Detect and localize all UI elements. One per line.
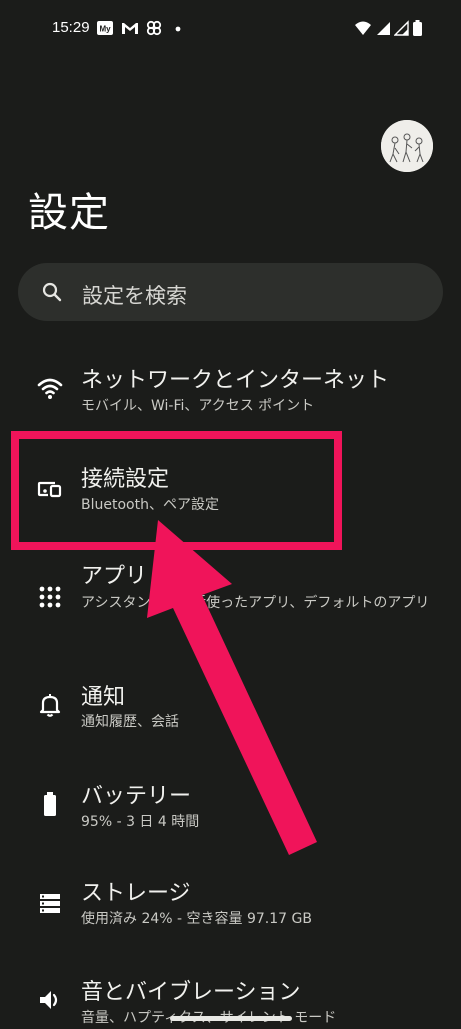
settings-item-subtitle: Bluetooth、ペア設定: [81, 497, 219, 513]
settings-item-title: 通知: [81, 685, 126, 710]
settings-item-title: アプリ: [81, 564, 148, 589]
settings-item-title: ネットワークとインターネット: [81, 368, 390, 393]
gmail-icon: [122, 23, 138, 34]
settings-item-title: バッテリー: [81, 784, 192, 809]
settings-item-subtitle: 使用済み 24% - 空き容量 97.17 GB: [81, 911, 312, 927]
apps-grid-icon: [39, 586, 61, 608]
settings-item-apps[interactable]: アプリ アシスタント、最近使ったアプリ、デフォルトのアプリ: [0, 555, 461, 645]
settings-item-title: ストレージ: [81, 881, 191, 906]
settings-item-subtitle: モバイル、Wi-Fi、アクセス ポイント: [81, 398, 315, 414]
settings-item-title: 音とバイブレーション: [81, 980, 301, 1005]
avatar-illustration: [381, 120, 433, 172]
wifi-icon: [355, 21, 371, 35]
settings-item-battery[interactable]: バッテリー 95% - 3 日 4 時間: [0, 776, 461, 876]
settings-item-notifications[interactable]: 通知 通知履歴、会話: [0, 674, 461, 774]
settings-item-storage[interactable]: ストレージ 使用済み 24% - 空き容量 97.17 GB: [0, 873, 461, 973]
signal-icon-2: [394, 20, 409, 36]
search-placeholder: 設定を検索: [82, 284, 187, 308]
volume-icon: [40, 991, 58, 1009]
settings-item-subtitle: アシスタント、最近使ったアプリ、デフォルトのアプリ: [81, 595, 430, 611]
settings-item-network[interactable]: ネットワークとインターネット モバイル、Wi-Fi、アクセス ポイント: [0, 352, 461, 452]
svg-text:My: My: [99, 25, 111, 34]
page-title: 設定: [28, 190, 110, 236]
status-time: 15:29: [52, 19, 90, 36]
settings-item-subtitle: 95% - 3 日 4 時間: [81, 814, 200, 830]
bell-icon: [39, 694, 61, 717]
battery-icon: [413, 20, 422, 36]
search-icon: [42, 282, 62, 302]
profile-avatar[interactable]: [381, 120, 433, 172]
my-app-icon: My: [97, 21, 113, 35]
settings-item-connected-devices[interactable]: 接続設定 Bluetooth、ペア設定: [0, 455, 461, 555]
dot-icon: [175, 26, 181, 32]
status-bar: 15:29 My: [0, 0, 461, 56]
connected-devices-icon: [37, 481, 62, 498]
settings-item-title: 接続設定: [81, 467, 170, 492]
battery-icon: [44, 792, 56, 816]
wifi-icon: [37, 378, 63, 399]
signal-icon: [377, 22, 390, 35]
settings-item-subtitle: 通知履歴、会話: [81, 714, 179, 730]
home-indicator[interactable]: [170, 1016, 292, 1021]
storage-icon: [40, 894, 60, 913]
search-bar[interactable]: 設定を検索: [18, 263, 443, 321]
pinwheel-icon: [146, 20, 162, 36]
